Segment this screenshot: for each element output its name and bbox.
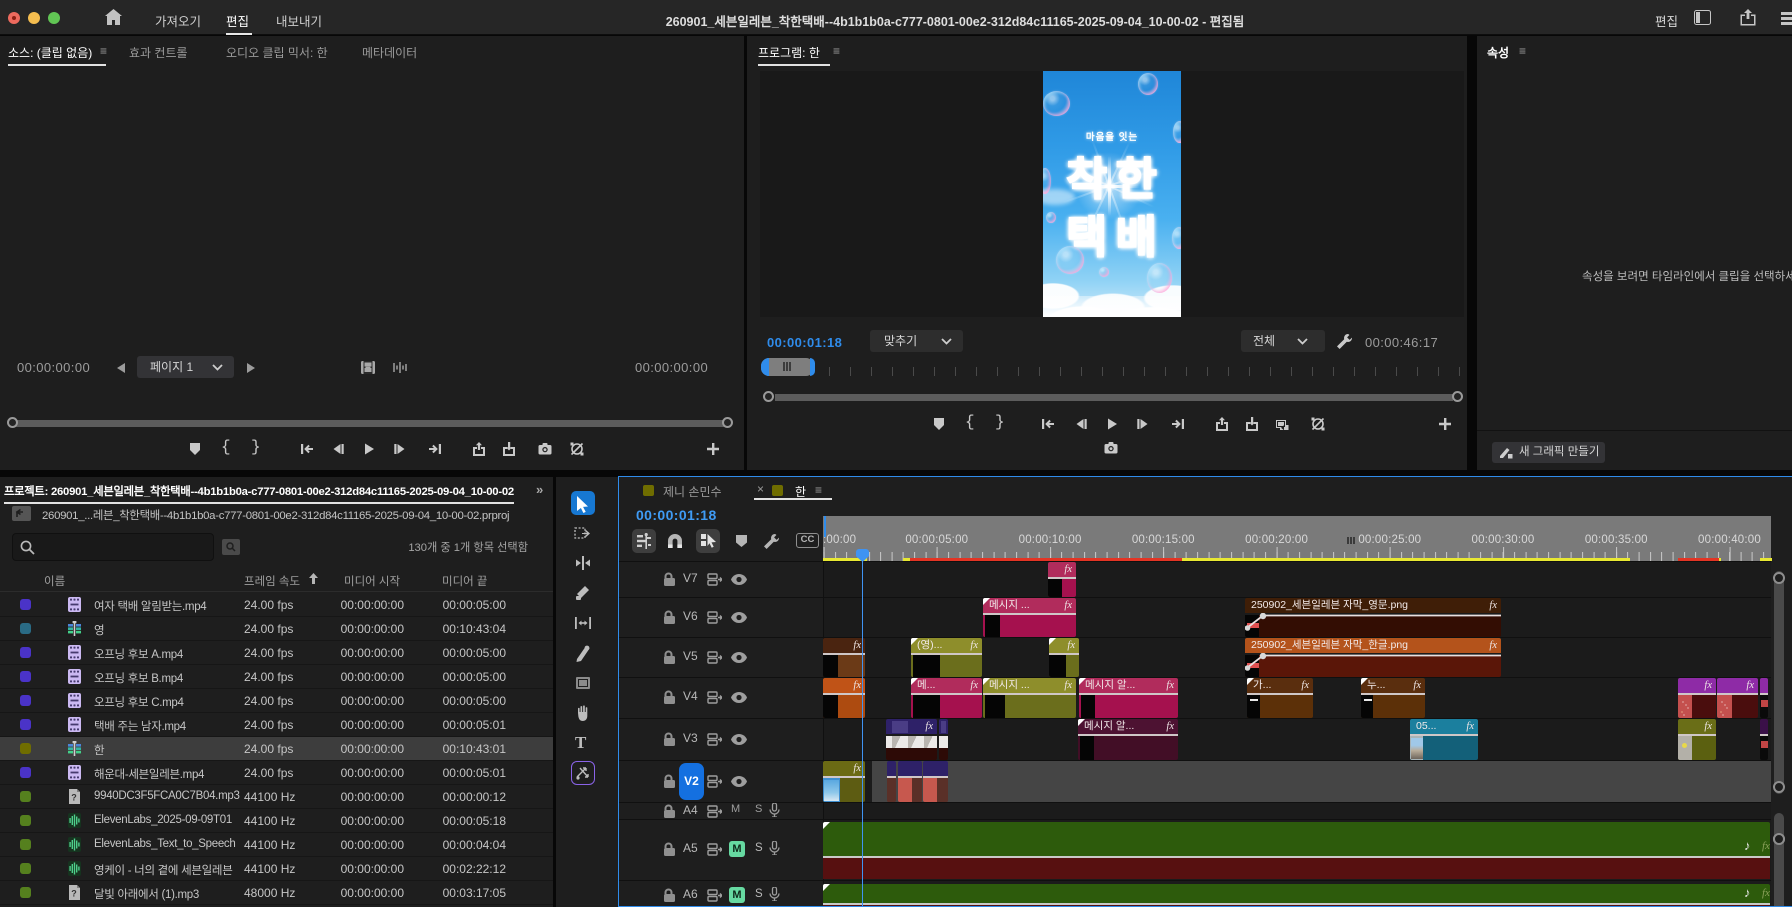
- svg-text:?: ?: [71, 793, 77, 803]
- svg-text:?: ?: [71, 889, 77, 899]
